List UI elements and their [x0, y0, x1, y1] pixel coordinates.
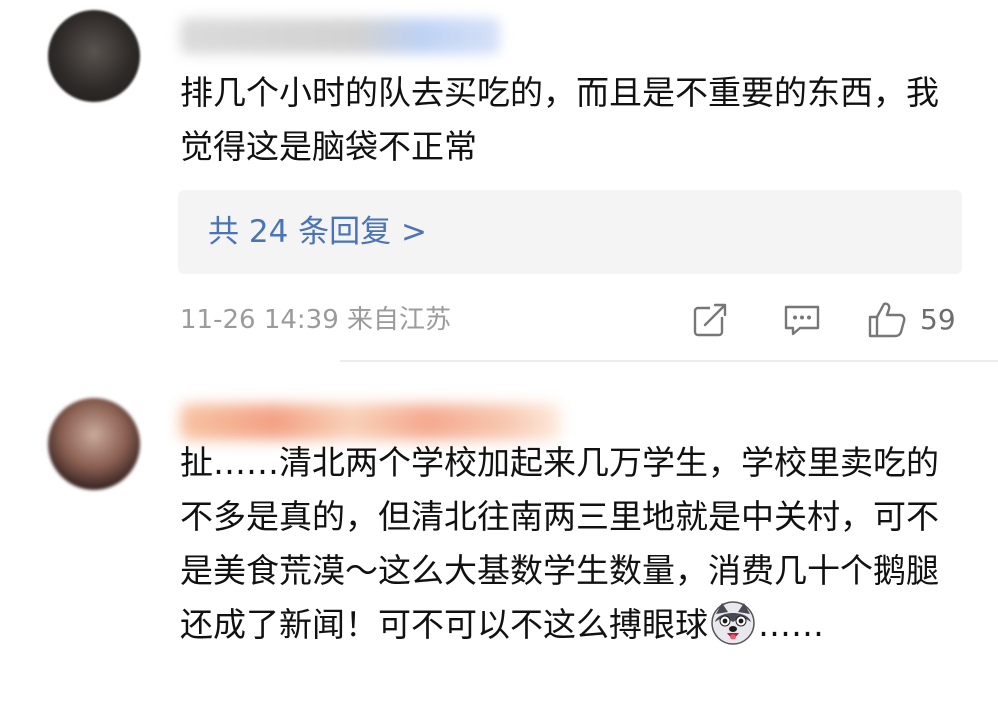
comment-text: 扯……清北两个学校加起来几万学生，学校里卖吃的不多是真的，但清北往南两三里地就是…	[180, 436, 960, 652]
share-button[interactable]	[690, 300, 734, 340]
comment-text: 排几个小时的队去买吃的，而且是不重要的东西，我觉得这是脑袋不正常	[180, 73, 939, 166]
comment-icon	[782, 300, 826, 340]
avatar[interactable]	[48, 10, 140, 102]
comment-card: 扯……清北两个学校加起来几万学生，学校里卖吃的不多是真的，但清北往南两三里地就是…	[0, 362, 998, 722]
husky-emoji	[710, 600, 756, 646]
comment-button[interactable]	[782, 300, 826, 340]
comment-text-part: 扯……清北两个学校加起来几万学生，学校里卖吃的不多是真的，但清北往南两三里地就是…	[180, 443, 939, 644]
username-blurred[interactable]	[180, 404, 560, 440]
like-count: 59	[920, 303, 956, 336]
comment-meta: 11-26 14:39 来自江苏	[180, 305, 452, 335]
view-replies-link[interactable]: 共 24 条回复 >	[208, 212, 427, 252]
avatar[interactable]	[48, 398, 140, 490]
username-blurred[interactable]	[180, 18, 500, 54]
share-icon	[690, 300, 734, 340]
like-button[interactable]: 59	[866, 300, 970, 340]
replies-box[interactable]: 共 24 条回复 >	[178, 190, 962, 274]
comment-text-part: ……	[758, 605, 824, 644]
comment-actions: 59	[690, 300, 970, 340]
comment-card: 排几个小时的队去买吃的，而且是不重要的东西，我觉得这是脑袋不正常 共 24 条回…	[0, 0, 998, 362]
